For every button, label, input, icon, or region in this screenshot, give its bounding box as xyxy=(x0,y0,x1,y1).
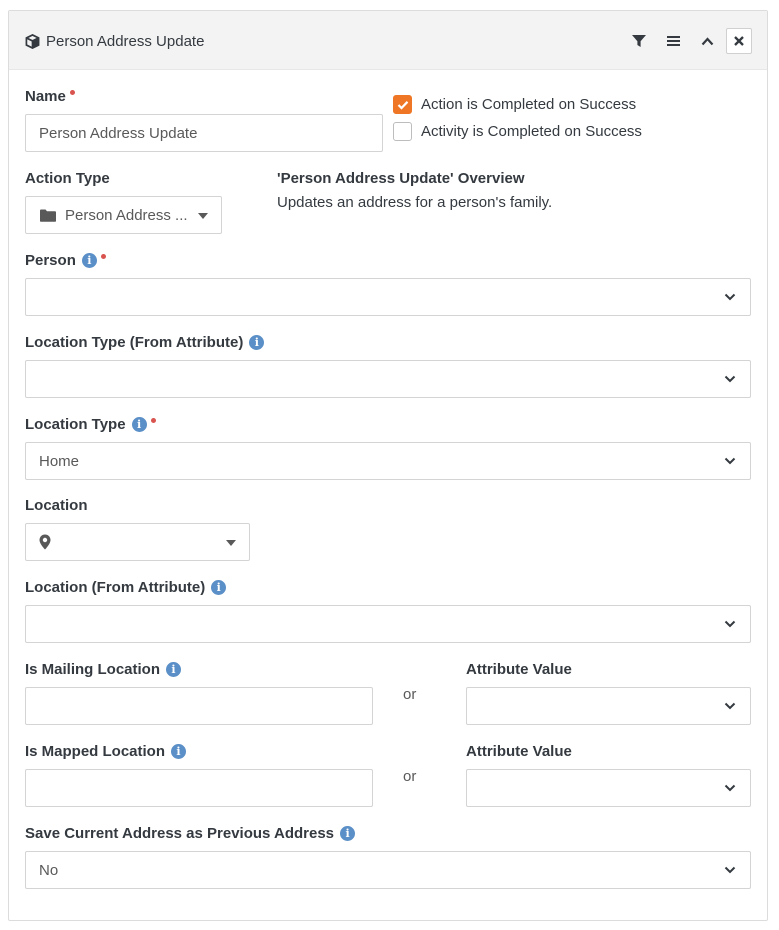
check-icon xyxy=(397,100,408,110)
save-previous-address-label: Save Current Address as Previous Address… xyxy=(25,825,356,842)
location-type-attr-select[interactable] xyxy=(25,360,751,398)
required-indicator xyxy=(69,90,75,95)
save-previous-address-select[interactable]: No xyxy=(25,851,751,889)
activity-completed-checkbox-row[interactable]: Activity is Completed on Success xyxy=(393,122,642,141)
mailing-attr-value-label-text: Attribute Value xyxy=(466,661,572,678)
filter-icon xyxy=(632,35,646,47)
chevron-down-icon xyxy=(724,702,736,710)
name-label: Name xyxy=(25,88,75,105)
mailing-attr-value-select[interactable] xyxy=(466,687,751,725)
activity-completed-checkbox[interactable] xyxy=(393,122,412,141)
close-icon xyxy=(734,36,744,46)
collapse-button[interactable] xyxy=(694,28,720,54)
location-attr-label-text: Location (From Attribute) xyxy=(25,579,206,596)
location-type-label: Location Type i xyxy=(25,416,156,433)
save-previous-address-label-text: Save Current Address as Previous Address xyxy=(25,825,335,842)
overview-text: Updates an address for a person's family… xyxy=(277,194,553,211)
mailing-attr-value-label: Attribute Value xyxy=(466,661,572,678)
action-type-value: Person Address ... xyxy=(65,206,188,224)
location-type-value: Home xyxy=(39,452,80,470)
chevron-down-icon xyxy=(724,375,736,383)
or-text: or xyxy=(403,686,417,703)
chevron-down-icon xyxy=(724,293,736,301)
info-icon[interactable]: i xyxy=(249,335,265,350)
name-input[interactable]: Person Address Update xyxy=(25,114,383,152)
info-icon[interactable]: i xyxy=(81,253,97,268)
location-type-attr-label: Location Type (From Attribute) i xyxy=(25,334,265,351)
name-input-value: Person Address Update xyxy=(39,124,198,142)
location-type-select[interactable]: Home xyxy=(25,442,751,480)
location-attr-label: Location (From Attribute) i xyxy=(25,579,227,596)
location-label: Location xyxy=(25,497,88,514)
mapped-location-label: Is Mapped Location i xyxy=(25,743,187,760)
location-type-label-text: Location Type xyxy=(25,416,126,433)
action-completed-checkbox[interactable] xyxy=(393,95,412,114)
location-label-text: Location xyxy=(25,497,88,514)
chevron-down-icon xyxy=(724,620,736,628)
location-type-attr-label-text: Location Type (From Attribute) xyxy=(25,334,244,351)
overview-title: 'Person Address Update' Overview xyxy=(277,170,525,187)
menu-button[interactable] xyxy=(660,28,686,54)
cube-icon xyxy=(25,33,40,49)
info-icon[interactable]: i xyxy=(131,417,147,432)
info-icon[interactable]: i xyxy=(340,826,356,841)
action-completed-label: Action is Completed on Success xyxy=(421,96,637,113)
chevron-down-icon xyxy=(724,866,736,874)
mapped-attr-value-label: Attribute Value xyxy=(466,743,572,760)
mailing-location-input[interactable] xyxy=(25,687,373,725)
mailing-location-label: Is Mailing Location i xyxy=(25,661,182,678)
required-indicator xyxy=(150,418,156,423)
mapped-location-label-text: Is Mapped Location xyxy=(25,743,166,760)
info-icon[interactable]: i xyxy=(171,744,187,759)
hamburger-icon xyxy=(666,36,680,46)
location-attr-select[interactable] xyxy=(25,605,751,643)
folder-icon xyxy=(40,209,56,222)
person-label-text: Person xyxy=(25,252,76,269)
action-type-picker[interactable]: Person Address ... xyxy=(25,196,222,234)
panel-heading: Person Address Update xyxy=(9,11,767,70)
caret-down-icon xyxy=(226,540,236,546)
location-picker[interactable] xyxy=(25,523,250,561)
panel-title: Person Address Update xyxy=(25,30,204,52)
name-label-text: Name xyxy=(25,88,66,105)
chevron-down-icon xyxy=(724,457,736,465)
mailing-location-label-text: Is Mailing Location xyxy=(25,661,161,678)
panel-title-text: Person Address Update xyxy=(46,32,205,50)
chevron-up-icon xyxy=(701,36,713,45)
caret-down-icon xyxy=(198,213,208,219)
or-text: or xyxy=(403,768,417,785)
filter-button[interactable] xyxy=(626,28,652,54)
map-marker-icon xyxy=(39,534,51,550)
person-label: Person i xyxy=(25,252,106,269)
action-completed-checkbox-row[interactable]: Action is Completed on Success xyxy=(393,95,636,114)
mapped-attr-value-select[interactable] xyxy=(466,769,751,807)
action-type-label-text: Action Type xyxy=(25,170,110,187)
chevron-down-icon xyxy=(724,784,736,792)
close-button[interactable] xyxy=(726,28,752,54)
info-icon[interactable]: i xyxy=(211,580,227,595)
mapped-location-input[interactable] xyxy=(25,769,373,807)
required-indicator xyxy=(100,254,106,259)
info-icon[interactable]: i xyxy=(166,662,182,677)
save-previous-address-value: No xyxy=(39,861,59,879)
person-select[interactable] xyxy=(25,278,751,316)
action-type-label: Action Type xyxy=(25,170,110,187)
activity-completed-label: Activity is Completed on Success xyxy=(421,123,642,140)
mapped-attr-value-label-text: Attribute Value xyxy=(466,743,572,760)
